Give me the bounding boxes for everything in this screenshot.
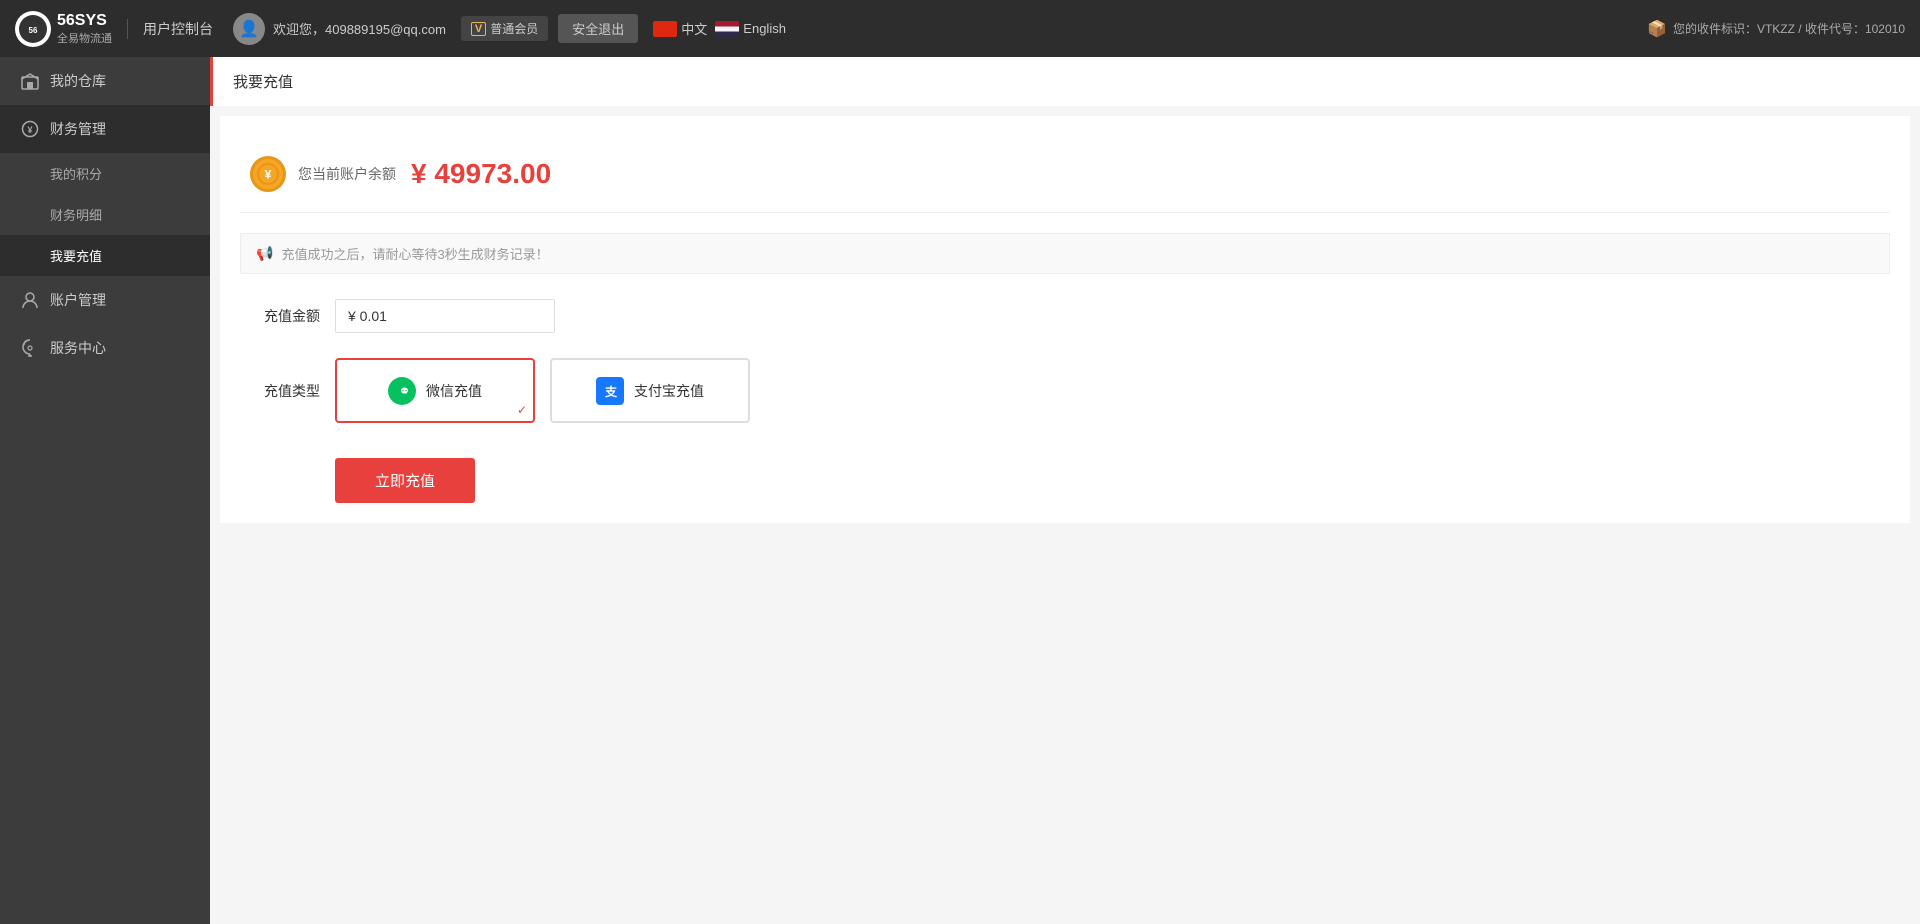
sidebar-account-label: 账户管理 — [50, 290, 106, 310]
sidebar-sub-recharge[interactable]: 我要充值 — [0, 235, 210, 276]
welcome-text: 欢迎您，409889195@qq.com — [273, 19, 446, 38]
wechat-icon — [388, 377, 416, 405]
flag-th-icon — [715, 21, 739, 37]
logo-icon: 56 — [15, 11, 51, 47]
svg-text:¥: ¥ — [265, 168, 272, 182]
svg-text:¥: ¥ — [27, 125, 32, 135]
logo-text: 56SYS — [57, 12, 112, 30]
finance-icon: ¥ — [20, 119, 40, 139]
wechat-option[interactable]: 微信充值 — [335, 358, 535, 423]
svg-text:56: 56 — [29, 26, 38, 35]
header-user: 👤 欢迎您，409889195@qq.com — [233, 13, 446, 45]
language-switcher: 中文 English — [653, 19, 786, 38]
sidebar-item-warehouse[interactable]: 我的仓库 — [0, 57, 210, 105]
submit-row: 立即充值 — [335, 448, 1890, 503]
svg-text:支: 支 — [604, 384, 618, 399]
page-title: 我要充值 — [210, 57, 1920, 106]
member-v-badge: V — [471, 22, 486, 36]
content-area: 我要充值 ¥ 您当前账户余额 ¥ 49973.00 📢 充值成功之后，请耐心等待… — [210, 57, 1920, 924]
notice-text: 充值成功之后，请耐心等待3秒生成财务记录！ — [281, 244, 548, 263]
alipay-icon: 支 — [596, 377, 624, 405]
payment-options: 微信充值 支 支付宝充值 — [335, 358, 750, 423]
amount-row: 充值金额 — [240, 299, 1890, 333]
lang-cn[interactable]: 中文 — [653, 19, 707, 38]
user-avatar: 👤 — [233, 13, 265, 45]
wechat-label: 微信充值 — [426, 381, 482, 401]
package-icon: 📦 — [1647, 19, 1667, 39]
sidebar-sub-points[interactable]: 我的积分 — [0, 153, 210, 194]
amount-label: 充值金额 — [240, 306, 320, 326]
page-body: ¥ 您当前账户余额 ¥ 49973.00 📢 充值成功之后，请耐心等待3秒生成财… — [220, 116, 1910, 523]
logout-button[interactable]: 安全退出 — [558, 14, 638, 43]
sidebar-sub-detail[interactable]: 财务明细 — [0, 194, 210, 235]
member-level: 普通会员 — [490, 20, 538, 37]
nav-title: 用户控制台 — [127, 19, 213, 39]
lang-th[interactable]: English — [715, 21, 786, 37]
sidebar-recharge-label: 我要充值 — [50, 246, 102, 265]
member-badge: V 普通会员 — [461, 16, 548, 41]
sidebar: 我的仓库 ¥ 财务管理 我的积分 财务明细 我要充值 — [0, 57, 210, 924]
sidebar-item-service[interactable]: 服务中心 — [0, 324, 210, 372]
lang-th-label: English — [743, 21, 786, 36]
sidebar-detail-label: 财务明细 — [50, 205, 102, 224]
service-icon — [20, 338, 40, 358]
alipay-option[interactable]: 支 支付宝充值 — [550, 358, 750, 423]
submit-button[interactable]: 立即充值 — [335, 458, 475, 503]
balance-coin-icon: ¥ — [250, 156, 286, 192]
payment-type-label: 充值类型 — [240, 381, 320, 401]
sidebar-item-finance[interactable]: ¥ 财务管理 — [0, 105, 210, 153]
package-info: 📦 您的收件标识：VTKZZ / 收件代号：102010 — [1647, 19, 1905, 39]
balance-amount: ¥ 49973.00 — [411, 158, 551, 190]
logo: 56 56SYS 全易物流通 — [15, 11, 112, 47]
alipay-label: 支付宝充值 — [634, 381, 704, 401]
lang-cn-label: 中文 — [681, 19, 707, 38]
amount-input[interactable] — [335, 299, 555, 333]
warehouse-icon — [20, 71, 40, 91]
header: 56 56SYS 全易物流通 用户控制台 👤 欢迎您，409889195@qq.… — [0, 0, 1920, 57]
account-icon — [20, 290, 40, 310]
sidebar-warehouse-label: 我的仓库 — [50, 71, 106, 91]
notice-bar: 📢 充值成功之后，请耐心等待3秒生成财务记录！ — [240, 233, 1890, 274]
sidebar-points-label: 我的积分 — [50, 164, 102, 183]
logo-subtext: 全易物流通 — [57, 30, 112, 46]
balance-section: ¥ 您当前账户余额 ¥ 49973.00 — [240, 136, 1890, 213]
flag-cn-icon — [653, 21, 677, 37]
sidebar-service-label: 服务中心 — [50, 338, 106, 358]
sidebar-finance-label: 财务管理 — [50, 119, 106, 139]
sidebar-item-account[interactable]: 账户管理 — [0, 276, 210, 324]
balance-label: 您当前账户余额 — [298, 164, 396, 184]
notice-icon: 📢 — [256, 245, 273, 262]
payment-type-row: 充值类型 微信充值 — [240, 358, 1890, 423]
package-info-text: 您的收件标识：VTKZZ / 收件代号：102010 — [1673, 20, 1905, 37]
main-layout: 我的仓库 ¥ 财务管理 我的积分 财务明细 我要充值 — [0, 57, 1920, 924]
